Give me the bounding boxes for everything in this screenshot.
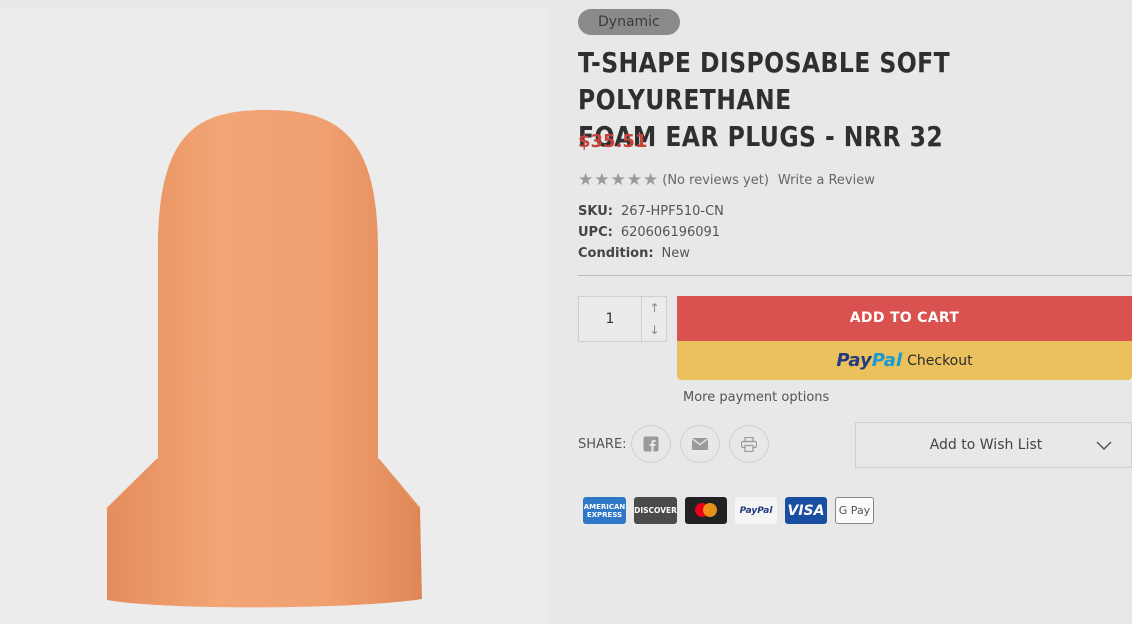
paypal-checkout-button[interactable]: PayPal Checkout: [677, 341, 1132, 380]
add-to-cart-button[interactable]: ADD TO CART: [677, 296, 1132, 341]
paypal-checkout-label: Checkout: [907, 352, 973, 369]
reviews-count: (No reviews yet): [662, 172, 769, 188]
amex-text-1: AMERICAN: [583, 502, 626, 511]
share-email-button[interactable]: [679, 425, 720, 463]
paypal-logo: PayPal: [836, 350, 902, 371]
visa-text: VISA: [787, 502, 825, 519]
rating-stars: ★ ★ ★ ★ ★: [578, 171, 658, 189]
condition-row: Condition: New: [578, 246, 690, 261]
google-pay-icon: G Pay: [835, 497, 874, 524]
payment-icons: AMERICAN EXPRESS DISCOVER PayPal VISA G P…: [583, 497, 874, 524]
amex-icon: AMERICAN EXPRESS: [583, 497, 626, 524]
condition-label: Condition:: [578, 246, 654, 261]
product-image[interactable]: [0, 9, 548, 624]
product-price: $35.51: [578, 131, 648, 152]
sku-label: SKU:: [578, 204, 613, 219]
write-review-link[interactable]: Write a Review: [778, 173, 875, 188]
share-print-button[interactable]: [728, 425, 769, 463]
sku-row: SKU: 267-HPF510-CN: [578, 204, 724, 219]
mastercard-icon: [685, 497, 727, 524]
add-to-wishlist-button[interactable]: Add to Wish List: [855, 422, 1132, 468]
paypal-logo-pay: Pay: [836, 350, 872, 371]
quantity-arrows: ↑ ↓: [641, 297, 666, 341]
email-icon: [691, 438, 708, 450]
more-payment-options-link[interactable]: More payment options: [683, 390, 829, 405]
discover-text: DISCOVER: [634, 506, 677, 515]
star-icon: ★: [626, 170, 642, 190]
product-info: Dynamic T-SHAPE DISPOSABLE SOFT POLYURET…: [578, 0, 1132, 624]
product-title: T-SHAPE DISPOSABLE SOFT POLYURETHANE FOA…: [578, 44, 1116, 155]
brand-badge[interactable]: Dynamic: [578, 9, 680, 35]
paypal-card-icon: PayPal: [735, 497, 777, 524]
chevron-down-icon[interactable]: [1096, 438, 1112, 452]
product-title-line1: T-SHAPE DISPOSABLE SOFT POLYURETHANE: [578, 46, 951, 116]
star-icon: ★: [594, 170, 610, 190]
amex-text-2: EXPRESS: [586, 510, 623, 519]
print-icon: [740, 436, 757, 452]
condition-value: New: [661, 246, 690, 261]
share-label: SHARE:: [578, 436, 627, 452]
quantity-stepper[interactable]: 1 ↑ ↓: [578, 296, 667, 342]
paypal-logo-pal: Pal: [871, 350, 903, 371]
wishlist-label: Add to Wish List: [929, 437, 1043, 453]
arrow-down-icon[interactable]: ↓: [642, 319, 667, 341]
star-icon: ★: [643, 170, 659, 190]
quantity-input[interactable]: 1: [579, 297, 641, 341]
star-icon: ★: [578, 170, 594, 190]
sku-value: 267-HPF510-CN: [620, 204, 724, 219]
upc-row: UPC: 620606196091: [578, 225, 720, 240]
upc-value: 620606196091: [620, 225, 721, 240]
gpay-text: G Pay: [838, 504, 871, 517]
divider: [578, 275, 1132, 276]
share-row: SHARE:: [578, 425, 778, 463]
product-title-line2: FOAM EAR PLUGS - NRR 32: [578, 120, 944, 153]
paypal-card-text: PayPal: [739, 505, 773, 516]
rating-row: ★ ★ ★ ★ ★ (No reviews yet) Write a Revie…: [578, 171, 875, 189]
arrow-up-icon[interactable]: ↑: [642, 297, 667, 319]
visa-icon: VISA: [785, 497, 827, 524]
share-facebook-button[interactable]: [630, 425, 671, 463]
discover-icon: DISCOVER: [634, 497, 677, 524]
upc-label: UPC:: [578, 225, 613, 240]
facebook-icon: [643, 436, 659, 452]
star-icon: ★: [610, 170, 626, 190]
earplug-image: [106, 110, 422, 608]
